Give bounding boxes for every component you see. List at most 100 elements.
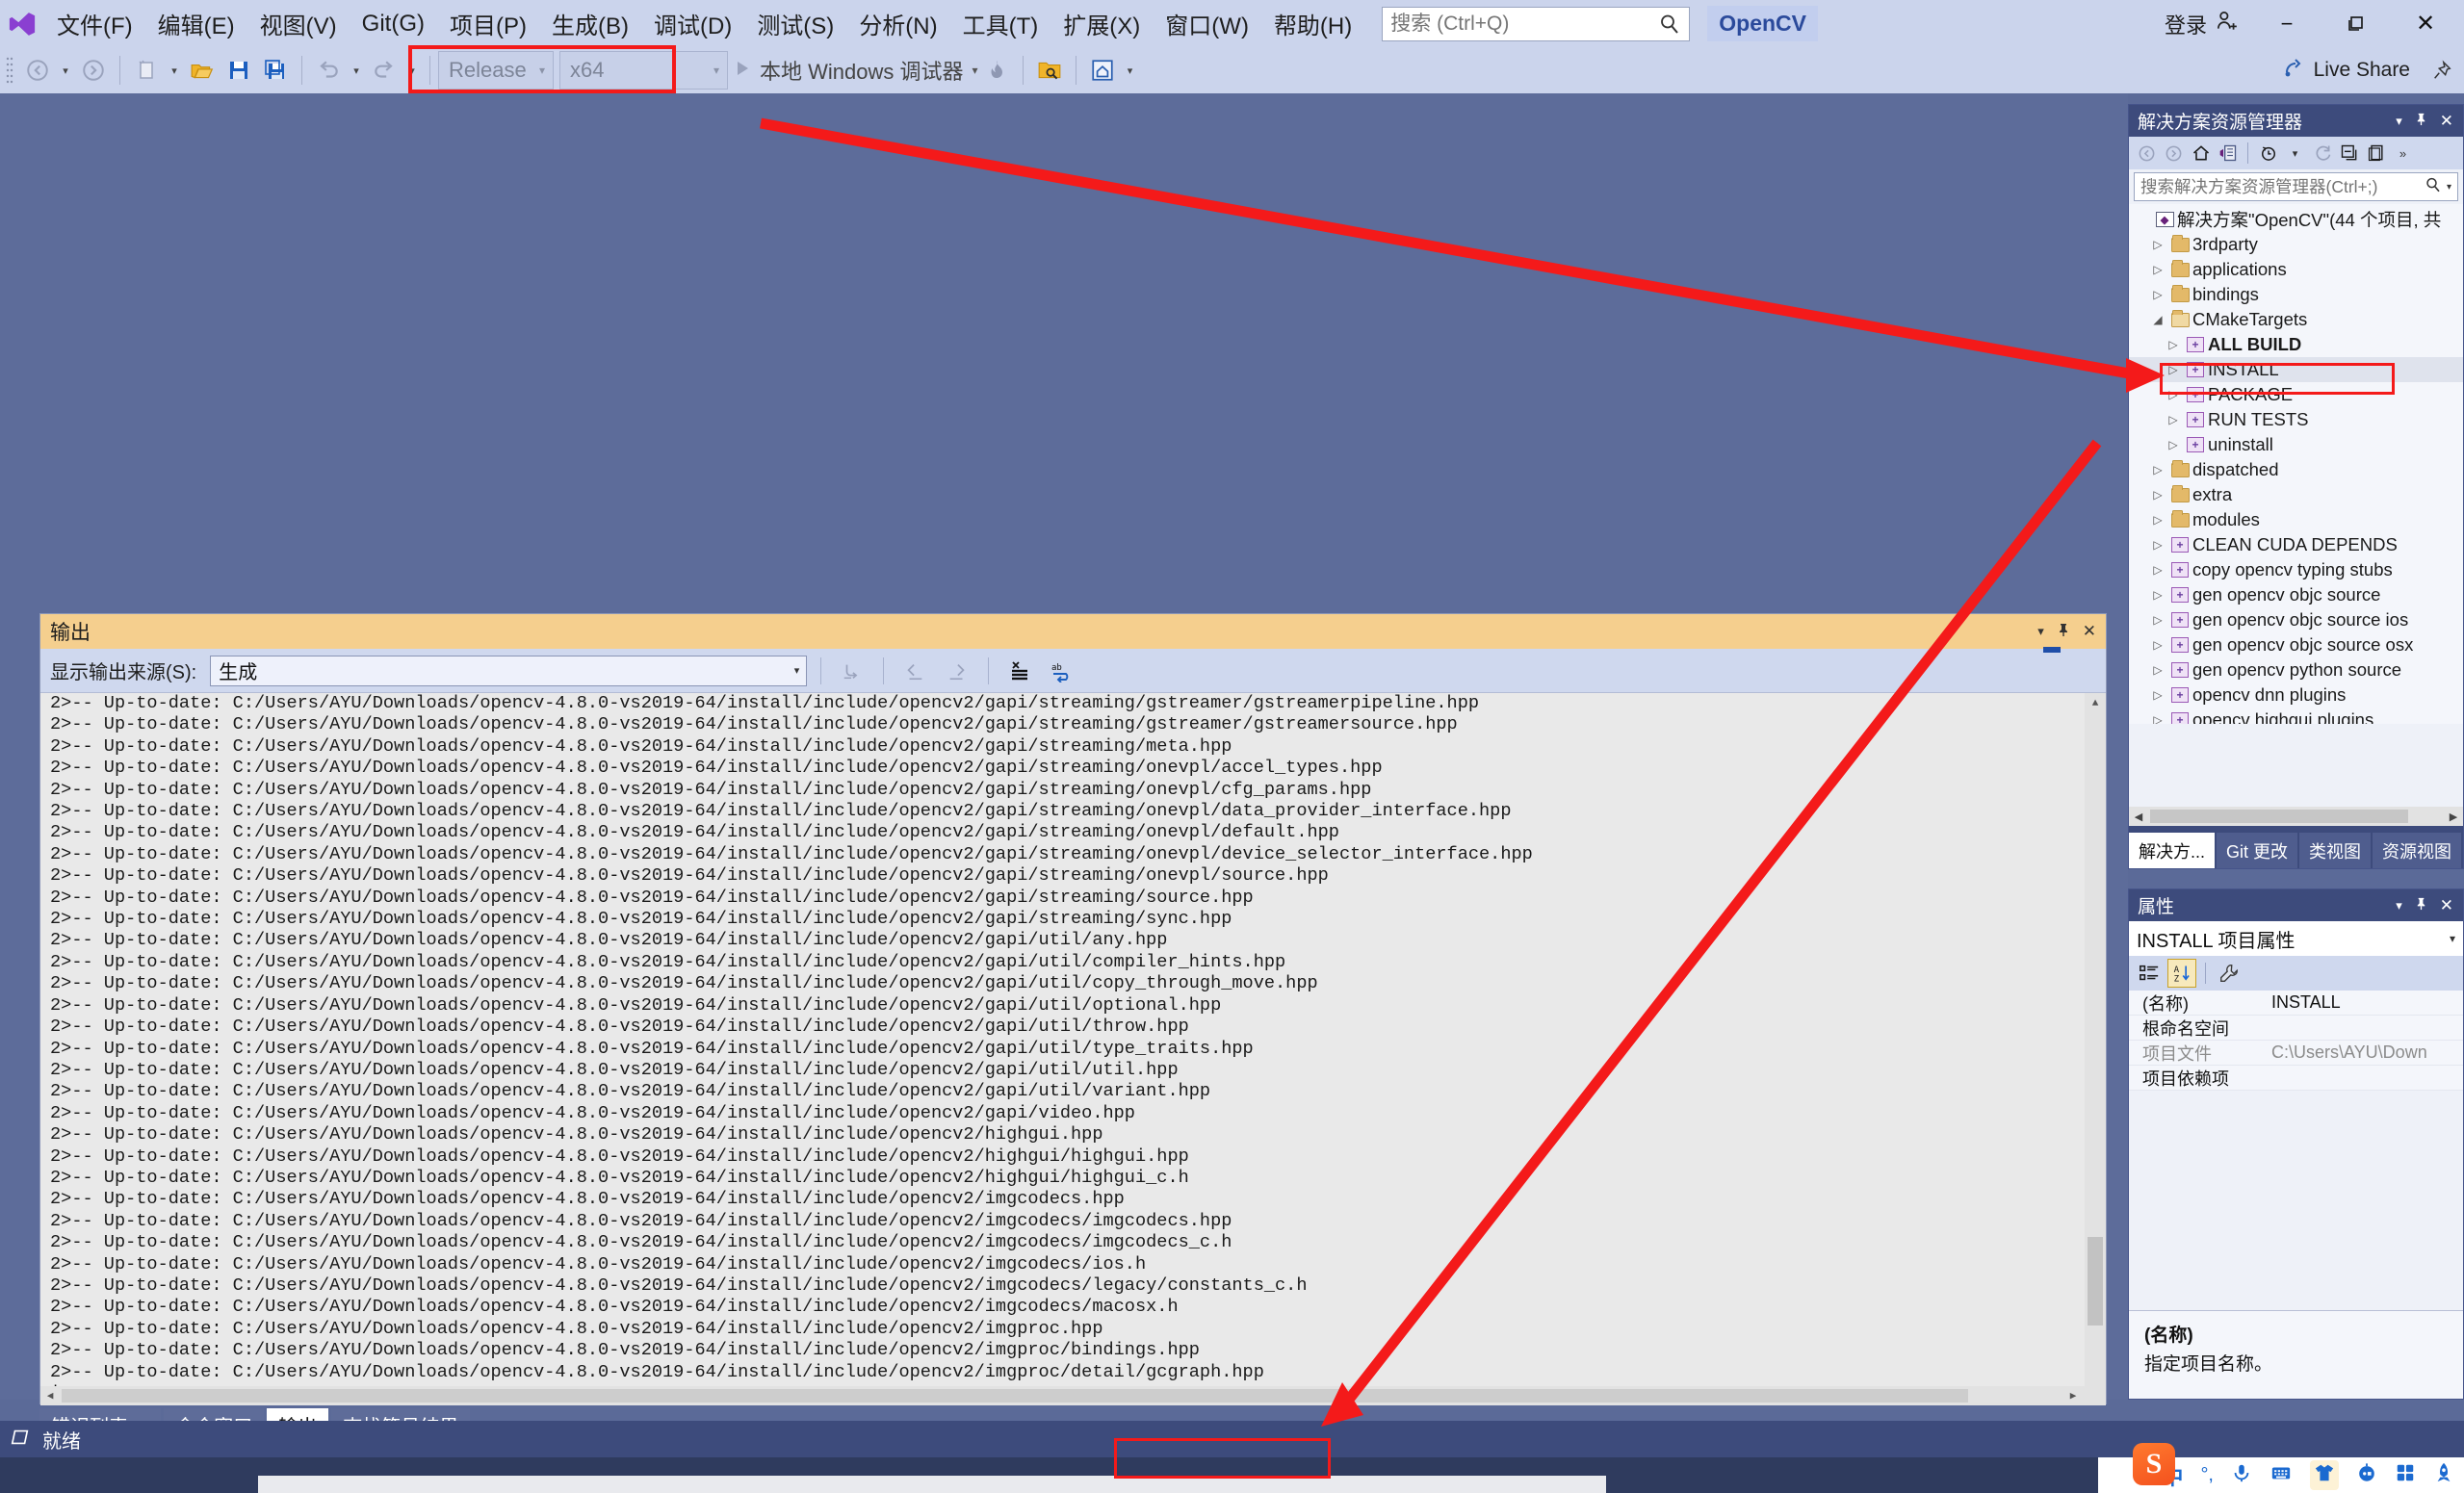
tree-item[interactable]: ▷ bindings xyxy=(2129,282,2463,307)
output-horizontal-scrollbar[interactable]: ◀ ▶ xyxy=(40,1386,2106,1405)
tree-item[interactable]: ▷ + gen opencv objc source ios xyxy=(2129,607,2463,632)
go-to-message-button[interactable] xyxy=(835,654,869,688)
menu-tools[interactable]: 工具(T) xyxy=(950,0,1051,47)
solution-search-input[interactable] xyxy=(2140,176,2425,197)
tree-item[interactable]: ▷ + INSTALL xyxy=(2129,357,2463,382)
close-icon[interactable]: ✕ xyxy=(2083,622,2096,641)
toggle-word-wrap-button[interactable]: ab xyxy=(1045,654,1079,688)
apps-icon[interactable] xyxy=(2395,1462,2416,1488)
menu-analyze[interactable]: 分析(N) xyxy=(846,0,949,47)
menu-test[interactable]: 测试(S) xyxy=(744,0,846,47)
solution-explorer-search[interactable]: ▾ xyxy=(2134,172,2458,201)
show-all-files-icon[interactable] xyxy=(2364,140,2388,167)
keyboard-icon[interactable] xyxy=(2269,1462,2293,1488)
collapsed-arrow-icon[interactable]: ▷ xyxy=(2148,613,2167,627)
tree-item[interactable]: ▷◆解决方案"OpenCV"(44 个项目, 共 xyxy=(2129,207,2463,232)
tree-item[interactable]: ▷ modules xyxy=(2129,507,2463,532)
pending-changes-filter-icon[interactable] xyxy=(2256,140,2280,167)
tree-item[interactable]: ▷ extra xyxy=(2129,482,2463,507)
collapsed-arrow-icon[interactable]: ▷ xyxy=(2164,363,2183,376)
tree-item[interactable]: ▷ + gen opencv objc source osx xyxy=(2129,632,2463,657)
scroll-up-icon[interactable]: ▲ xyxy=(2085,693,2106,714)
sogou-ime-logo-icon[interactable]: S xyxy=(2133,1443,2175,1485)
menu-extensions[interactable]: 扩展(X) xyxy=(1050,0,1153,47)
search-dropdown-icon[interactable]: ▾ xyxy=(2447,182,2451,193)
collapsed-arrow-icon[interactable]: ▷ xyxy=(2148,238,2167,251)
next-message-button[interactable] xyxy=(940,654,974,688)
menu-project[interactable]: 项目(P) xyxy=(437,0,539,47)
menu-window[interactable]: 窗口(W) xyxy=(1153,0,1261,47)
more-options-icon[interactable]: » xyxy=(2391,140,2415,167)
save-button[interactable] xyxy=(220,51,257,90)
close-icon[interactable]: ✕ xyxy=(2440,896,2453,915)
scroll-left-icon[interactable]: ◀ xyxy=(40,1386,60,1405)
hot-reload-icon[interactable] xyxy=(978,51,1015,90)
save-all-button[interactable] xyxy=(257,51,294,90)
menu-git[interactable]: Git(G) xyxy=(350,0,437,47)
refresh-icon[interactable] xyxy=(2310,140,2334,167)
output-vertical-scrollbar[interactable]: ▲ ▼ xyxy=(2085,693,2106,1405)
close-icon[interactable]: ✕ xyxy=(2440,112,2453,131)
back-icon[interactable] xyxy=(2135,140,2159,167)
tree-item[interactable]: ▷ 3rdparty xyxy=(2129,232,2463,257)
collapsed-arrow-icon[interactable]: ▷ xyxy=(2164,413,2183,426)
collapsed-arrow-icon[interactable]: ▷ xyxy=(2148,563,2167,577)
tab-class-view[interactable]: 类视图 xyxy=(2299,833,2372,868)
close-button[interactable]: ✕ xyxy=(2391,0,2460,47)
sign-in-button[interactable]: 登录 xyxy=(2151,9,2252,39)
scroll-right-icon[interactable]: ▶ xyxy=(2063,1386,2083,1405)
search-input[interactable] xyxy=(1390,12,1682,36)
property-row[interactable]: 项目依赖项 xyxy=(2129,1066,2463,1091)
menu-edit[interactable]: 编辑(E) xyxy=(145,0,247,47)
collapsed-arrow-icon[interactable]: ▷ xyxy=(2148,688,2167,702)
solution-tree[interactable]: ▷◆解决方案"OpenCV"(44 个项目, 共▷3rdparty▷applic… xyxy=(2129,204,2463,724)
tree-item[interactable]: ▷ + copy opencv typing stubs xyxy=(2129,557,2463,582)
new-project-button[interactable] xyxy=(128,51,165,90)
collapsed-arrow-icon[interactable]: ▷ xyxy=(2148,513,2167,527)
skin-icon[interactable] xyxy=(2310,1460,2339,1490)
solution-view-icon[interactable] xyxy=(2216,140,2240,167)
home-view-button[interactable] xyxy=(1084,51,1121,90)
tree-item[interactable]: ▷ + CLEAN CUDA DEPENDS xyxy=(2129,532,2463,557)
clear-all-button[interactable] xyxy=(1002,654,1037,688)
live-share-button[interactable]: Live Share xyxy=(2283,56,2410,85)
output-text-area[interactable]: 2>-- Up-to-date: C:/Users/AYU/Downloads/… xyxy=(40,693,2106,1405)
properties-object-combo[interactable]: INSTALL 项目属性 ▾ xyxy=(2129,921,2463,956)
collapsed-arrow-icon[interactable]: ▷ xyxy=(2148,638,2167,652)
tab-resource-view[interactable]: 资源视图 xyxy=(2373,833,2461,868)
tree-item[interactable]: ▷ + gen opencv python source xyxy=(2129,657,2463,682)
undo-button[interactable] xyxy=(310,51,347,90)
mic-icon[interactable] xyxy=(2231,1462,2252,1488)
window-dropdown-icon[interactable]: ▾ xyxy=(2037,624,2044,639)
tree-item[interactable]: ▷ + gen opencv objc source xyxy=(2129,582,2463,607)
collapsed-arrow-icon[interactable]: ▷ xyxy=(2148,288,2167,301)
collapsed-arrow-icon[interactable]: ▷ xyxy=(2164,338,2183,351)
collapsed-arrow-icon[interactable]: ▷ xyxy=(2148,713,2167,724)
alphabetical-sort-icon[interactable]: AZ xyxy=(2167,959,2196,988)
collapsed-arrow-icon[interactable]: ▷ xyxy=(2148,588,2167,602)
new-project-dropdown-icon[interactable]: ▾ xyxy=(165,51,184,90)
previous-message-button[interactable] xyxy=(897,654,932,688)
scroll-thumb-horizontal[interactable] xyxy=(62,1389,1968,1403)
collapsed-arrow-icon[interactable]: ▷ xyxy=(2133,213,2152,226)
collapsed-arrow-icon[interactable]: ▷ xyxy=(2164,438,2183,451)
collapsed-arrow-icon[interactable]: ▷ xyxy=(2164,388,2183,401)
home-icon[interactable] xyxy=(2189,140,2213,167)
menu-view[interactable]: 视图(V) xyxy=(247,0,350,47)
navigate-back-button[interactable] xyxy=(19,51,56,90)
rocket-icon[interactable] xyxy=(2433,1462,2454,1488)
toolbar-grip[interactable] xyxy=(6,54,19,87)
expanded-arrow-icon[interactable]: ◢ xyxy=(2148,313,2167,326)
undo-dropdown-icon[interactable]: ▾ xyxy=(347,51,366,90)
pin-icon[interactable] xyxy=(2414,111,2428,132)
tab-solution-explorer[interactable]: 解决方... xyxy=(2129,833,2215,868)
start-debug-button[interactable]: 本地 Windows 调试器 ▾ xyxy=(734,55,978,86)
solution-explorer-hscrollbar[interactable]: ◀ ▶ xyxy=(2129,807,2463,826)
output-source-combo[interactable]: 生成 ▾ xyxy=(210,655,808,686)
pin-icon[interactable] xyxy=(2056,620,2071,643)
tree-item[interactable]: ▷ + RUN TESTS xyxy=(2129,407,2463,432)
open-folder-search-button[interactable] xyxy=(1031,51,1068,90)
tree-item[interactable]: ▷ + ALL BUILD xyxy=(2129,332,2463,357)
toolbar-overflow-icon[interactable]: ▾ xyxy=(1121,51,1140,90)
scroll-thumb[interactable] xyxy=(2088,1237,2103,1326)
